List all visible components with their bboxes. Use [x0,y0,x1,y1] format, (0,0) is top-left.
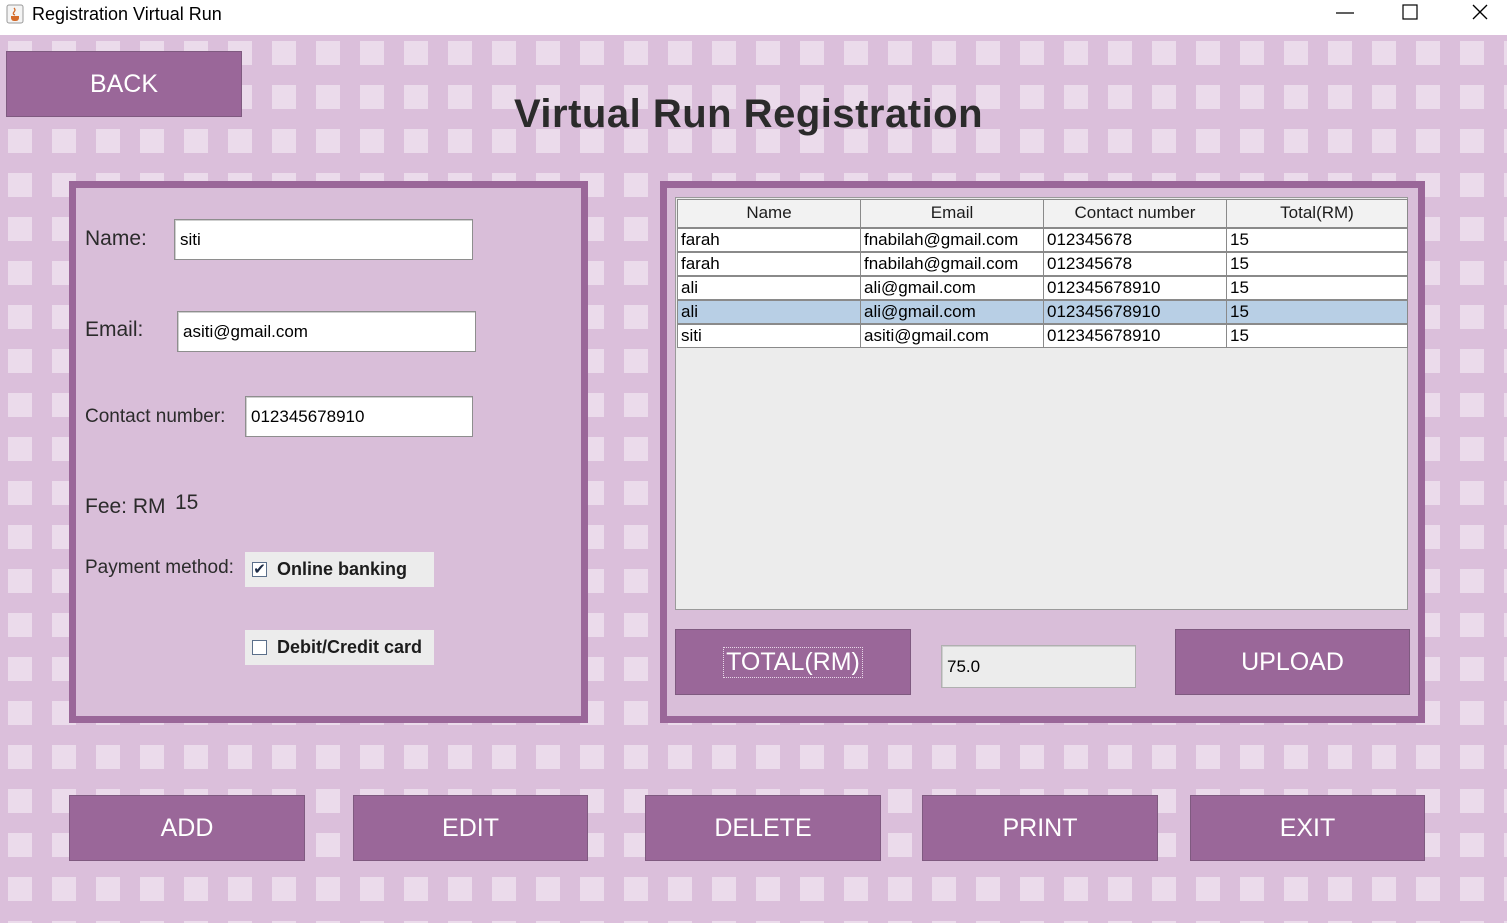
table-row-selected[interactable]: ali ali@gmail.com 012345678910 15 [677,298,1408,324]
fee-label: Fee: RM [85,495,166,518]
total-button[interactable]: TOTAL(RM) [675,629,911,695]
cell-contact: 012345678 [1043,250,1227,276]
unchecked-box-icon [252,640,267,655]
maximize-icon [1402,4,1418,20]
email-input[interactable]: asiti@gmail.com [177,311,476,352]
column-header[interactable]: Email [860,199,1044,228]
table-header-row: Name Email Contact number Total(RM) [677,199,1408,228]
delete-button[interactable]: DELETE [645,795,881,861]
registrations-table[interactable]: Name Email Contact number Total(RM) fara… [675,197,1408,610]
cell-total: 15 [1226,250,1408,276]
cell-email: fnabilah@gmail.com [860,250,1044,276]
table-row[interactable]: ali ali@gmail.com 012345678910 15 [677,274,1408,300]
name-input[interactable]: siti [174,219,473,260]
contact-input[interactable]: 012345678910 [245,396,473,437]
java-app-icon [6,4,24,24]
cell-name: siti [677,322,861,348]
name-label: Name: [85,227,147,250]
cell-name: farah [677,226,861,252]
cell-email: asiti@gmail.com [860,322,1044,348]
cell-name: farah [677,250,861,276]
cell-total: 15 [1226,322,1408,348]
cell-name: ali [677,298,861,324]
cell-contact: 012345678910 [1043,322,1227,348]
cell-contact: 012345678910 [1043,298,1227,324]
upload-button[interactable]: UPLOAD [1175,629,1410,695]
edit-button[interactable]: EDIT [353,795,588,861]
minimize-button[interactable] [1307,0,1375,30]
cell-total: 15 [1226,226,1408,252]
window-title-bar: Registration Virtual Run [0,0,1507,35]
table-row[interactable]: siti asiti@gmail.com 012345678910 15 [677,322,1408,348]
fee-value: 15 [175,491,199,514]
total-output[interactable]: 75.0 [941,645,1136,688]
payment-method-label: Payment method: [85,557,234,578]
cell-total: 15 [1226,298,1408,324]
debit-credit-label: Debit/Credit card [277,637,423,657]
checkmark-icon: ✔ [252,561,267,578]
column-header[interactable]: Total(RM) [1226,199,1408,228]
cell-email: fnabilah@gmail.com [860,226,1044,252]
online-banking-checkbox[interactable]: ✔ Online banking [245,552,434,587]
table-row[interactable]: farah fnabilah@gmail.com 012345678 15 [677,250,1408,276]
cell-total: 15 [1226,274,1408,300]
close-icon [1472,4,1488,20]
print-button[interactable]: PRINT [922,795,1158,861]
page-title: Virtual Run Registration [513,92,984,136]
window-title: Registration Virtual Run [32,4,222,24]
close-button[interactable] [1444,0,1507,30]
debit-credit-checkbox[interactable]: Debit/Credit card [245,630,434,665]
cell-name: ali [677,274,861,300]
column-header[interactable]: Name [677,199,861,228]
total-button-label: TOTAL(RM) [723,646,863,678]
maximize-button[interactable] [1376,0,1444,30]
minimize-icon [1336,12,1354,14]
cell-email: ali@gmail.com [860,298,1044,324]
contact-label: Contact number: [85,406,226,427]
email-label: Email: [85,318,144,341]
column-header[interactable]: Contact number [1043,199,1227,228]
cell-email: ali@gmail.com [860,274,1044,300]
table-row[interactable]: farah fnabilah@gmail.com 012345678 15 [677,226,1408,252]
exit-button[interactable]: EXIT [1190,795,1425,861]
add-button[interactable]: ADD [69,795,305,861]
cell-contact: 012345678910 [1043,274,1227,300]
cell-contact: 012345678 [1043,226,1227,252]
online-banking-label: Online banking [277,559,408,579]
